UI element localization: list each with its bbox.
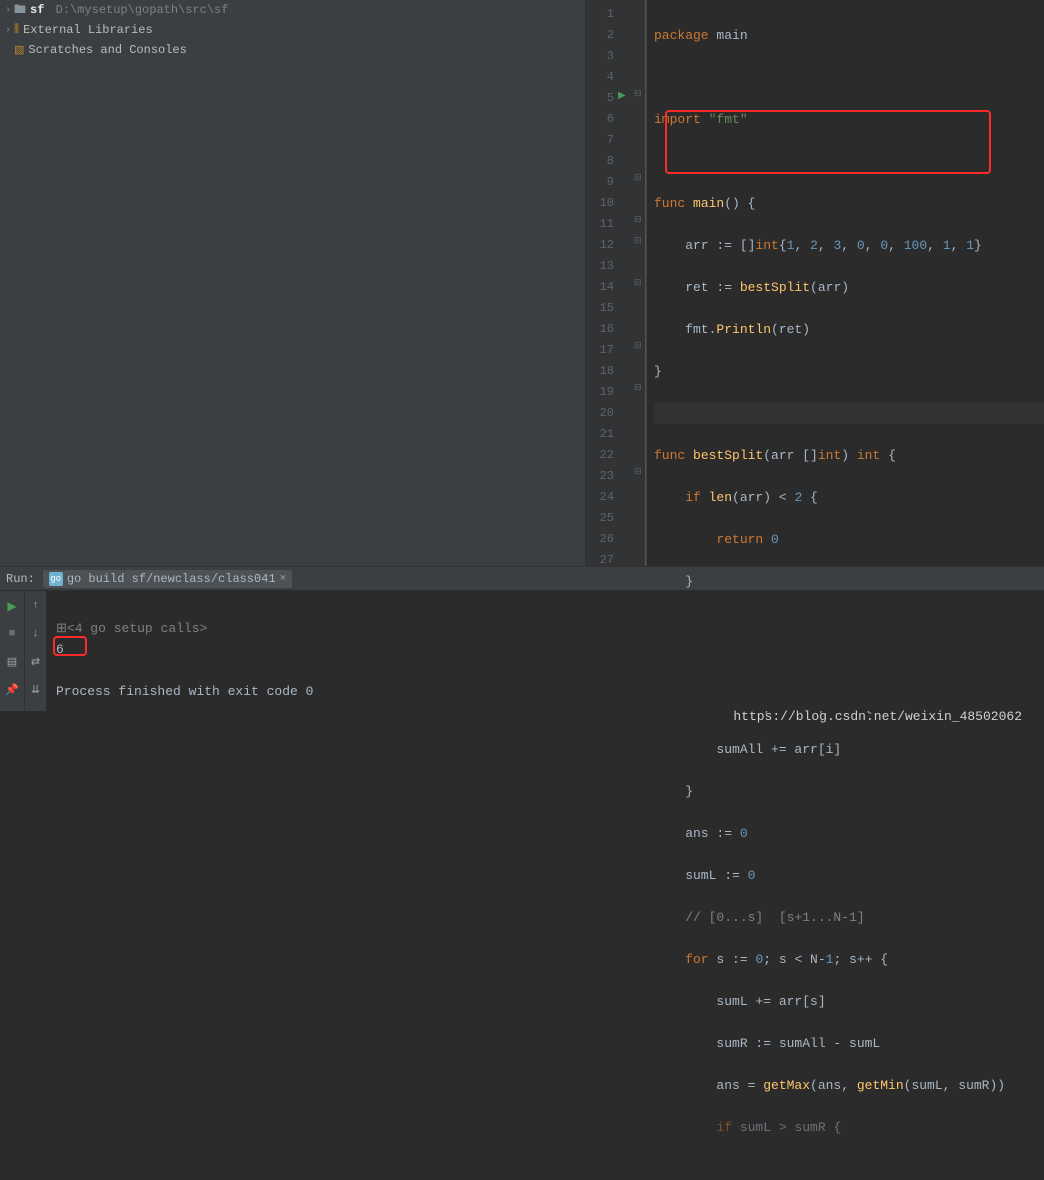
- folder-icon: 🖿: [14, 0, 26, 21]
- setup-calls: <4 go setup calls>: [67, 621, 207, 636]
- chevron-right-icon[interactable]: ›: [2, 25, 14, 36]
- go-icon: go: [49, 572, 63, 586]
- scratches-icon: ▧: [14, 43, 24, 57]
- code-area[interactable]: package main import "fmt" func main() { …: [646, 0, 1044, 566]
- pin-icon[interactable]: 📌: [5, 683, 19, 697]
- fold-open-icon[interactable]: ⊟: [634, 341, 642, 351]
- watermark: https://blog.csdn.net/weixin_48502062: [733, 709, 1022, 724]
- run-tab-label: go build sf/newclass/class041: [67, 572, 276, 586]
- run-label: Run:: [6, 572, 35, 586]
- scratches-label: Scratches and Consoles: [28, 43, 186, 57]
- project-tree[interactable]: › 🖿 sf D:\mysetup\gopath\src\sf › ⫼ Exte…: [0, 0, 586, 566]
- fold-open-icon[interactable]: ⊟: [634, 89, 642, 99]
- down-icon[interactable]: ↓: [29, 627, 43, 641]
- tree-root[interactable]: › 🖿 sf D:\mysetup\gopath\src\sf: [0, 0, 585, 20]
- line-gutter: 1234567891011121314151617181920212223242…: [586, 0, 634, 566]
- project-name: sf: [30, 3, 44, 17]
- run-sidebar-left: ▶ ■ ▤ 📌: [0, 591, 24, 711]
- fold-close-icon[interactable]: ⊟: [634, 383, 642, 393]
- rerun-icon[interactable]: ▶: [5, 599, 19, 613]
- tree-external-libs[interactable]: › ⫼ External Libraries: [0, 20, 585, 40]
- run-tab[interactable]: go go build sf/newclass/class041 ×: [43, 570, 292, 588]
- external-libs-label: External Libraries: [23, 23, 153, 37]
- run-gutter-icon[interactable]: ▶: [618, 90, 626, 102]
- code-editor[interactable]: 1234567891011121314151617181920212223242…: [586, 0, 1044, 566]
- scroll-icon[interactable]: ⇊: [29, 683, 43, 697]
- stop-icon[interactable]: ■: [5, 627, 19, 641]
- close-icon[interactable]: ×: [280, 573, 287, 585]
- exit-line: Process finished with exit code 0: [56, 684, 313, 699]
- fold-open-icon[interactable]: ⊟: [634, 236, 642, 246]
- fold-close-icon[interactable]: ⊟: [634, 173, 642, 183]
- fold-open-icon[interactable]: ⊟: [634, 215, 642, 225]
- fold-column[interactable]: ⊟ ⊟ ⊟ ⊟ ⊟ ⊟ ⊟ ⊟: [634, 0, 646, 566]
- chevron-right-icon[interactable]: ›: [2, 5, 14, 16]
- output-line: 6: [56, 642, 64, 657]
- wrap-icon[interactable]: ⇄: [29, 655, 43, 669]
- fold-close-icon[interactable]: ⊟: [634, 278, 642, 288]
- tree-scratches[interactable]: ▧ Scratches and Consoles: [0, 40, 585, 60]
- layout-icon[interactable]: ▤: [5, 655, 19, 669]
- up-icon[interactable]: ↑: [29, 599, 43, 613]
- run-sidebar-left2: ↑ ↓ ⇄ ⇊: [24, 591, 46, 711]
- fold-open-icon[interactable]: ⊟: [634, 467, 642, 477]
- project-path: [48, 3, 55, 17]
- library-icon: ⫼: [14, 24, 19, 36]
- console-output[interactable]: ⊞<4 go setup calls> 6 Process finished w…: [46, 591, 1044, 711]
